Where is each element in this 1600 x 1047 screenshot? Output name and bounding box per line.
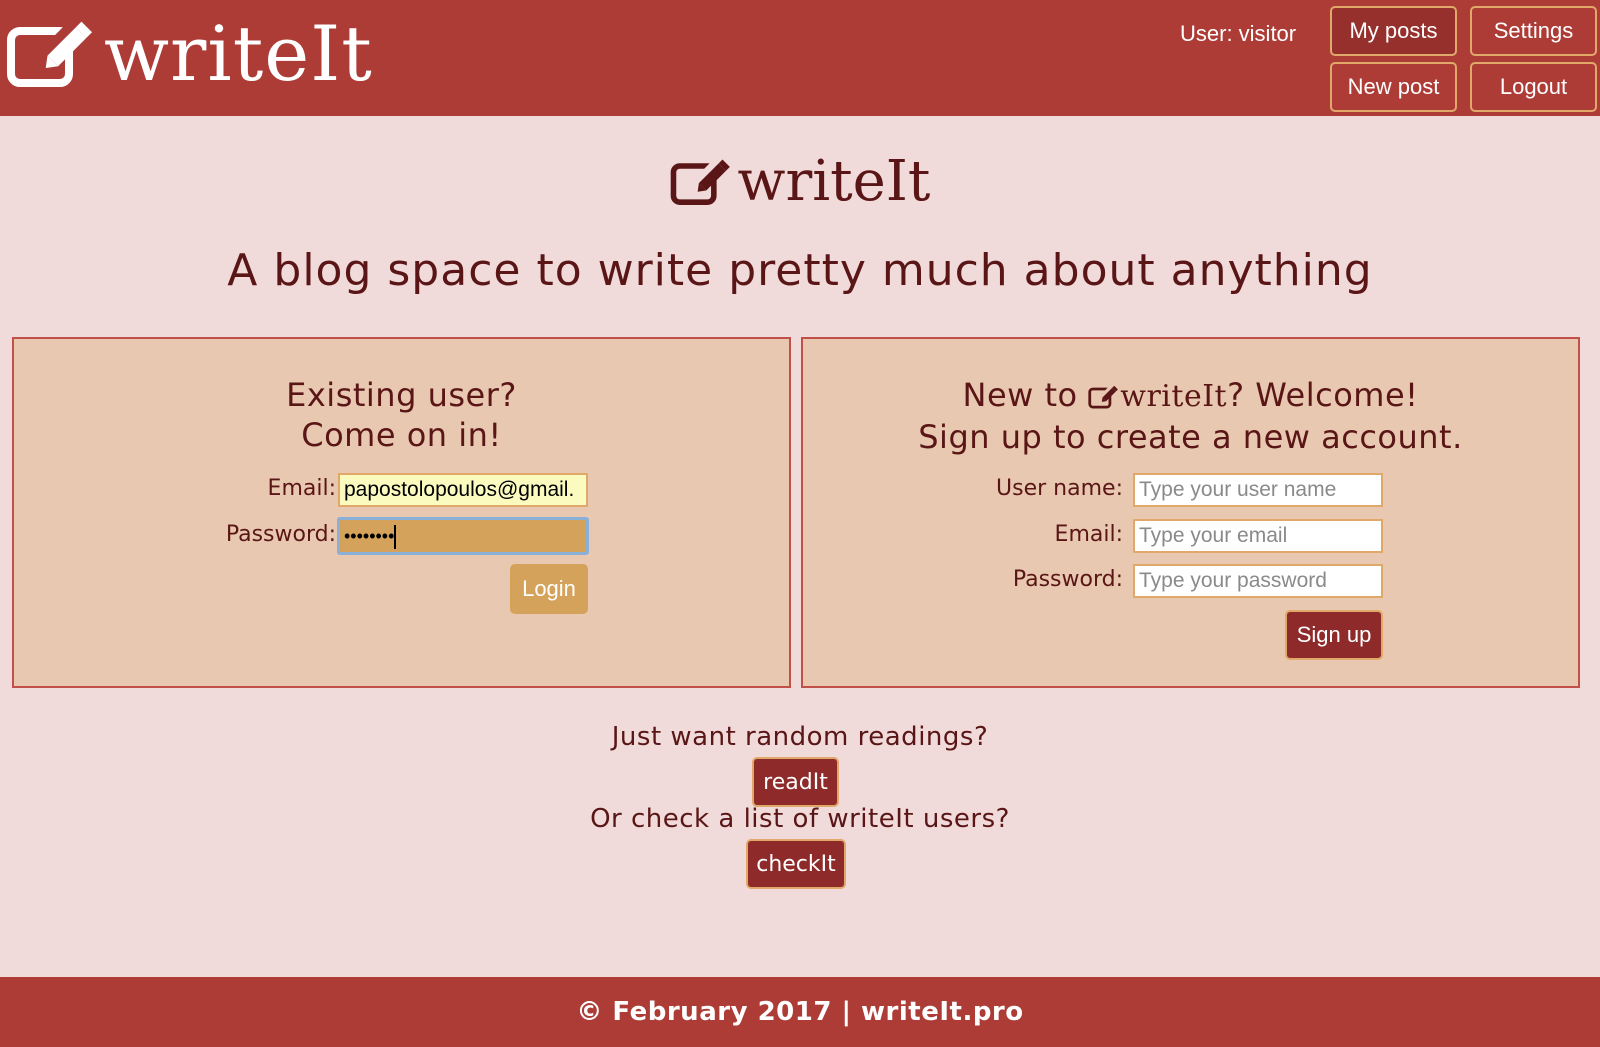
login-email-field[interactable]: papostolopoulos@gmail.	[338, 473, 588, 507]
edit-square-pencil-icon	[7, 17, 93, 87]
signup-title-line2: Sign up to create a new account.	[918, 418, 1463, 456]
signup-panel: New to writeIt? Welcome! Sign up to crea…	[801, 337, 1580, 688]
page-footer: © February 2017 | writeIt.pro	[0, 977, 1600, 1047]
signup-title-suffix: ? Welcome!	[1227, 376, 1419, 414]
inline-brand-text: writeIt	[1120, 379, 1228, 414]
login-panel: Existing user? Come on in! Email: papost…	[12, 337, 791, 688]
email-label: Email:	[267, 476, 336, 501]
signup-title-prefix: New to	[962, 376, 1089, 414]
password-dots: ••••••••	[344, 526, 395, 546]
random-readings-question: Just want random readings?	[611, 722, 989, 752]
signup-username-field[interactable]: Type your user name	[1133, 473, 1383, 507]
signup-email-field[interactable]: Type your email	[1133, 519, 1383, 553]
login-password-field[interactable]: ••••••••	[337, 517, 589, 555]
hero-brand-text: writeIt	[737, 149, 931, 214]
signup-title-line1: New to writeIt? Welcome!	[803, 375, 1578, 417]
login-panel-title: Existing user? Come on in!	[14, 375, 789, 455]
edit-square-pencil-icon	[1088, 383, 1119, 409]
signup-email-label: Email:	[1054, 522, 1123, 547]
readit-button[interactable]: readIt	[752, 757, 839, 807]
edit-square-pencil-icon	[670, 155, 730, 205]
signup-panel-title: New to writeIt? Welcome! Sign up to crea…	[803, 375, 1578, 457]
password-label: Password:	[225, 522, 336, 547]
inline-brand-logo: writeIt	[1088, 377, 1227, 417]
tagline: A blog space to write pretty much about …	[227, 245, 1373, 296]
my-posts-button[interactable]: My posts	[1330, 6, 1457, 56]
text-cursor	[394, 525, 397, 550]
header-brand-text: writeIt	[104, 9, 373, 98]
users-list-question: Or check a list of writeIt users?	[590, 804, 1010, 834]
login-button[interactable]: Login	[510, 564, 588, 614]
signup-password-label: Password:	[1012, 567, 1123, 592]
top-header: writeIt User: visitor My posts Settings …	[0, 0, 1600, 116]
username-label: User name:	[996, 476, 1123, 501]
signup-password-field[interactable]: Type your password	[1133, 564, 1383, 598]
settings-button[interactable]: Settings	[1470, 6, 1597, 56]
logout-button[interactable]: Logout	[1470, 62, 1597, 112]
login-title-line2: Come on in!	[301, 416, 502, 454]
new-post-button[interactable]: New post	[1330, 62, 1457, 112]
user-status-label: User: visitor	[1180, 21, 1297, 46]
login-title-line1: Existing user?	[286, 376, 517, 414]
header-logo[interactable]: writeIt	[6, 14, 373, 94]
hero-logo: writeIt	[0, 150, 1600, 214]
checkit-button[interactable]: checkIt	[746, 839, 846, 889]
signup-button[interactable]: Sign up	[1285, 610, 1383, 660]
